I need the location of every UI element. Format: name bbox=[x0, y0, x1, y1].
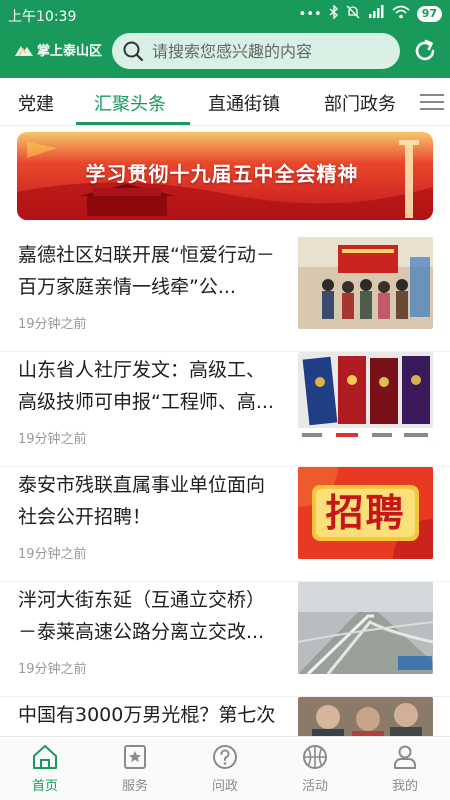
nav-label: 活动 bbox=[301, 779, 328, 794]
nav-activities[interactable]: 活动 bbox=[285, 743, 345, 794]
news-title: 山东省人社厅发文：高级工、高级技师可申报“工程师、高... bbox=[18, 359, 274, 413]
search-header: 掌上泰山区 bbox=[0, 30, 450, 74]
nav-label: 首页 bbox=[31, 779, 58, 794]
nav-label: 问政 bbox=[211, 779, 238, 794]
news-thumbnail bbox=[298, 582, 433, 674]
tab-headlines[interactable]: 汇聚头条 bbox=[94, 90, 166, 116]
nav-label: 服务 bbox=[121, 779, 148, 794]
tab-streets[interactable]: 直通街镇 bbox=[208, 90, 280, 116]
news-title: 泰安市残联直属事业单位面向社会公开招聘！ bbox=[18, 474, 266, 528]
category-tabs: 党建 汇聚头条 直通街镇 部门政务 bbox=[0, 78, 450, 126]
news-item[interactable]: 嘉德社区妇联开展“恒爱行动－百万家庭亲情一线牵”公... 19分钟之前 bbox=[0, 237, 450, 352]
nav-profile[interactable]: 我的 bbox=[375, 743, 435, 794]
news-title: 嘉德社区妇联开展“恒爱行动－百万家庭亲情一线牵”公... bbox=[18, 244, 275, 298]
question-icon bbox=[213, 745, 237, 769]
news-item[interactable]: 泰安市残联直属事业单位面向社会公开招聘！ 19分钟之前 招聘 bbox=[0, 467, 450, 582]
tab-government[interactable]: 部门政务 bbox=[324, 90, 396, 116]
promo-banner[interactable]: 学习贯彻十九届五中全会精神 bbox=[17, 132, 433, 220]
banner-title: 学习贯彻十九届五中全会精神 bbox=[85, 162, 359, 186]
news-thumbnail: 招聘 bbox=[298, 467, 433, 559]
wifi-icon bbox=[392, 5, 410, 23]
tab-party-building[interactable]: 党建 bbox=[18, 90, 54, 116]
status-icons: ••• 97 bbox=[298, 4, 442, 23]
status-time: 上午10:39 bbox=[8, 9, 77, 25]
battery-indicator: 97 bbox=[416, 6, 442, 22]
menu-icon[interactable] bbox=[420, 92, 444, 112]
app-brand[interactable]: 掌上泰山区 bbox=[14, 40, 102, 59]
active-tab-indicator bbox=[76, 122, 190, 125]
user-icon bbox=[394, 745, 416, 769]
news-thumbnail bbox=[298, 352, 433, 444]
star-bookmark-icon bbox=[124, 745, 146, 769]
status-bar: 上午10:39 ••• 97 bbox=[0, 0, 450, 30]
search-box[interactable] bbox=[112, 33, 400, 69]
bottom-navigation: 首页 服务 问政 活动 我的 bbox=[0, 736, 450, 800]
app-name: 掌上泰山区 bbox=[37, 44, 103, 59]
signal-icon bbox=[367, 5, 385, 23]
search-icon bbox=[123, 41, 144, 62]
news-item[interactable]: 山东省人社厅发文：高级工、高级技师可申报“工程师、高... 19分钟之前 bbox=[0, 352, 450, 467]
news-item[interactable]: 泮河大街东延（互通立交桥）－泰莱高速公路分离立交改... 19分钟之前 bbox=[0, 582, 450, 697]
more-dots-icon: ••• bbox=[298, 6, 322, 22]
news-time: 19分钟之前 bbox=[18, 547, 87, 562]
news-time: 19分钟之前 bbox=[18, 432, 87, 447]
basketball-icon bbox=[303, 745, 327, 769]
bluetooth-icon bbox=[329, 4, 339, 23]
nav-label: 我的 bbox=[391, 779, 418, 794]
nav-home[interactable]: 首页 bbox=[15, 743, 75, 794]
news-time: 19分钟之前 bbox=[18, 317, 87, 332]
news-thumbnail bbox=[298, 237, 433, 329]
app-header: 上午10:39 ••• 97 掌上泰山区 bbox=[0, 0, 450, 78]
search-input[interactable] bbox=[152, 41, 392, 61]
home-icon bbox=[33, 745, 57, 769]
refresh-icon[interactable] bbox=[412, 38, 438, 64]
nav-inquiry[interactable]: 问政 bbox=[195, 743, 255, 794]
recruitment-thumb-text: 招聘 bbox=[325, 491, 406, 535]
news-time: 19分钟之前 bbox=[18, 662, 87, 677]
news-title: 泮河大街东延（互通立交桥）－泰莱高速公路分离立交改... bbox=[18, 589, 266, 643]
mountain-logo-icon bbox=[15, 45, 33, 56]
mute-icon bbox=[346, 5, 360, 23]
nav-services[interactable]: 服务 bbox=[105, 743, 165, 794]
